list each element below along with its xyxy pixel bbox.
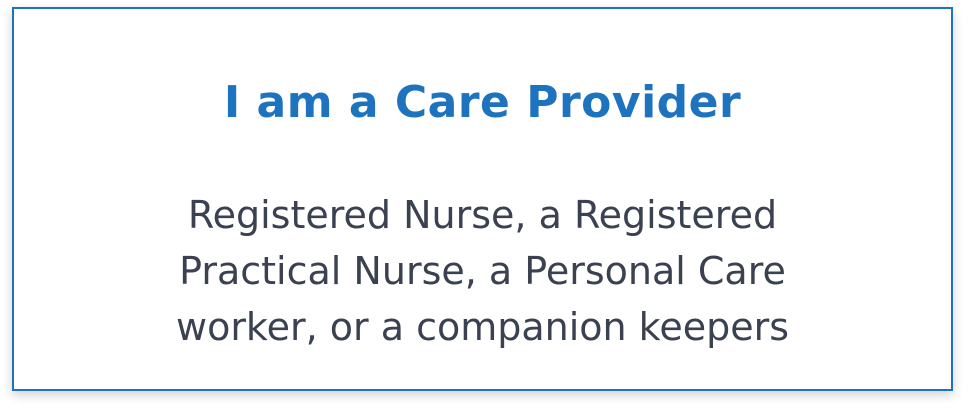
description-line: Practical Nurse, a Personal Care (179, 249, 786, 293)
description-line: worker, or a companion keepers (175, 305, 790, 349)
card-description: Registered Nurse, a Registered Practical… (94, 187, 871, 355)
description-line: Registered Nurse, a Registered (187, 193, 778, 237)
card-title: I am a Care Provider (223, 77, 742, 128)
care-provider-option-card[interactable]: I am a Care Provider Registered Nurse, a… (12, 7, 953, 391)
